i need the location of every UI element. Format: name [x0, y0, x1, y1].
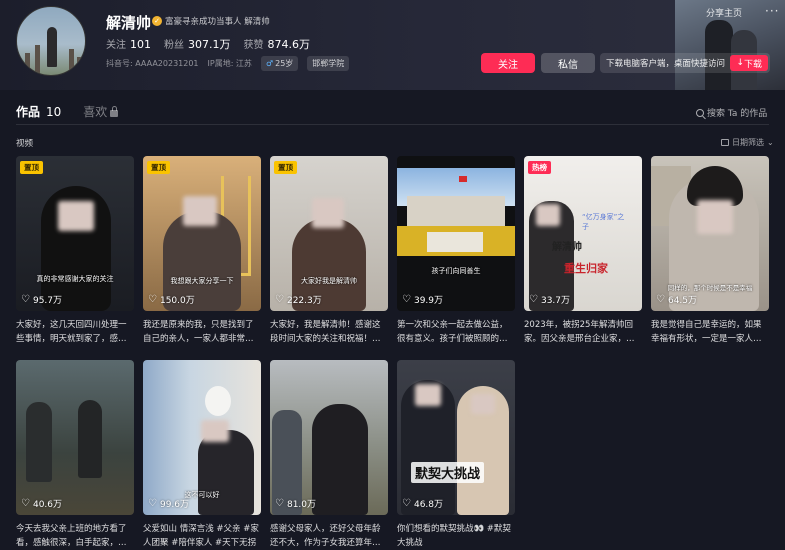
video-description[interactable]: 2023年，被拐25年解清帅回家。因父亲是邢台企业家，… — [524, 318, 642, 346]
following-stat[interactable]: 关注 101 — [106, 36, 151, 52]
section-label: 视频 — [16, 139, 34, 149]
heart-icon: ♡ — [656, 294, 665, 305]
heart-icon: ♡ — [148, 294, 157, 305]
following-label: 关注 — [106, 40, 126, 51]
follow-button[interactable]: 关注 — [481, 53, 535, 73]
heart-icon: ♡ — [402, 294, 411, 305]
pinned-badge: 置顶 — [274, 161, 297, 174]
video-thumbnail[interactable]: “亿万身家”之子 解清帅 重生归家 热榜 ♡ 33.7万 — [524, 156, 642, 311]
video-description[interactable]: 父爱如山 情深言浅 #父亲 #家人团聚 #陪伴家人 #天下无拐 — [143, 522, 261, 550]
video-description[interactable]: 大家好，我是解清帅！感谢这段时间大家的关注和祝福！… — [270, 318, 388, 346]
calendar-icon — [721, 139, 729, 146]
share-home-button[interactable]: 分享主页 — [706, 6, 742, 19]
video-likes: ♡ 46.8万 — [402, 498, 444, 510]
search-icon — [696, 108, 704, 117]
video-description[interactable]: 你们想看的默契挑战👀 #默契大挑战 — [397, 522, 515, 550]
more-options-icon[interactable]: ··· — [765, 4, 779, 18]
video-thumbnail[interactable]: 我想跟大家分享一下 置顶 ♡ 150.0万 — [143, 156, 261, 311]
video-likes: ♡ 81.0万 — [275, 498, 317, 510]
video-likes: ♡ 95.7万 — [21, 294, 63, 306]
video-thumbnail[interactable]: ♡ 40.6万 — [16, 360, 134, 515]
following-count: 101 — [130, 38, 151, 51]
video-card[interactable]: 大家好我是解清帅 置顶 ♡ 222.3万 大家好，我是解清帅！感谢这段时间大家的关… — [270, 156, 388, 361]
verified-badge-icon: ✓ — [152, 16, 162, 26]
profile-tabs: 作品 10 喜欢 — [16, 103, 119, 120]
video-card[interactable]: 我想跟大家分享一下 置顶 ♡ 150.0万 我还是原来的我，只是找到了自己的亲人，… — [143, 156, 261, 361]
likes-label: 获赞 — [243, 40, 264, 51]
video-thumbnail[interactable]: 默契大挑战 ♡ 46.8万 — [397, 360, 515, 515]
video-thumbnail[interactable]: 孩子们向同善生 ♡ 39.9万 — [397, 156, 515, 311]
search-works-input[interactable]: 搜索 Ta 的作品 — [696, 106, 767, 119]
download-client-banner[interactable]: 下载电脑客户端，桌面快捷访问 ↓ 下载 — [600, 53, 770, 73]
download-client-text: 下载电脑客户端，桌面快捷访问 — [606, 59, 726, 69]
profile-name: 解清帅 — [106, 14, 152, 32]
video-likes: ♡ 150.0万 — [148, 294, 195, 306]
tabs-divider — [16, 124, 769, 125]
video-likes: ♡ 40.6万 — [21, 498, 63, 510]
video-likes: ♡ 39.9万 — [402, 294, 444, 306]
video-card[interactable]: 这不可以好 ♡ 99.6万 父爱如山 情深言浅 #父亲 #家人团聚 #陪伴家人 #… — [143, 360, 261, 550]
video-description[interactable]: 大家好，这几天回四川处理一些事情，明天就到家了，感… — [16, 318, 134, 346]
video-card[interactable]: 真的非常感谢大家的关注 置顶 ♡ 95.7万 大家好，这几天回四川处理一些事情，明… — [16, 156, 134, 361]
fans-count: 307.1万 — [188, 38, 231, 51]
video-card[interactable]: ♡ 40.6万 今天去我父亲上班的地方看了看，感触很深，白手起家，… — [16, 360, 134, 550]
video-card[interactable]: 孩子们向同善生 ♡ 39.9万 第一次和父亲一起去做公益，很有意义。孩子们被照顾的… — [397, 156, 515, 361]
heart-icon: ♡ — [402, 498, 411, 509]
tab-likes[interactable]: 喜欢 — [83, 103, 119, 120]
video-likes: ♡ 222.3万 — [275, 294, 322, 306]
video-likes: ♡ 64.5万 — [656, 294, 698, 306]
video-likes: ♡ 99.6万 — [148, 498, 190, 510]
pinned-badge: 置顶 — [20, 161, 43, 174]
video-card[interactable]: 默契大挑战 ♡ 46.8万 你们想看的默契挑战👀 #默契大挑战 — [397, 360, 515, 550]
douyin-id: 抖音号: AAAA20231201 — [106, 59, 199, 68]
verified-text: 富豪寻亲成功当事人 解清帅 — [165, 17, 270, 27]
heart-icon: ♡ — [21, 498, 30, 509]
verified-info: ✓ 富豪寻亲成功当事人 解清帅 — [152, 15, 270, 27]
date-filter-button[interactable]: 日期筛选 ⌄ — [721, 137, 774, 148]
video-thumbnail[interactable]: 真的非常感谢大家的关注 置顶 ♡ 95.7万 — [16, 156, 134, 311]
profile-meta: 抖音号: AAAA20231201 IP属地: 江苏 ♂ 25岁 邯郸学院 — [106, 56, 350, 71]
chevron-down-icon: ⌄ — [767, 138, 774, 147]
video-thumbnail[interactable]: 大家好我是解清帅 置顶 ♡ 222.3万 — [270, 156, 388, 311]
video-thumbnail[interactable]: 这不可以好 ♡ 99.6万 — [143, 360, 261, 515]
video-card[interactable]: “亿万身家”之子 解清帅 重生归家 热榜 ♡ 33.7万 2023年，被拐25年解… — [524, 156, 642, 361]
video-description[interactable]: 第一次和父亲一起去做公益，很有意义。孩子们被照顾的… — [397, 318, 515, 346]
profile-stats: 关注 101 粉丝 307.1万 获赞 874.6万 — [106, 36, 310, 52]
video-likes: ♡ 33.7万 — [529, 294, 571, 306]
avatar[interactable] — [16, 6, 86, 76]
school-tag: 邯郸学院 — [307, 56, 350, 71]
video-description[interactable]: 我是觉得自己是幸运的，如果幸福有形状，一定是一家人… — [651, 318, 769, 346]
heart-icon: ♡ — [21, 294, 30, 305]
likes-count: 874.6万 — [267, 38, 311, 51]
video-card[interactable]: ♡ 81.0万 感谢父母家人，还好父母年龄还不大，作为子女我还算年… — [270, 360, 388, 550]
male-icon: ♂ — [265, 59, 274, 68]
video-description[interactable]: 我还是原来的我，只是找到了自己的亲人，一家人都非常… — [143, 318, 261, 346]
video-description[interactable]: 今天去我父亲上班的地方看了看，感触很深，白手起家，… — [16, 522, 134, 550]
video-thumbnail[interactable]: 同样的，那个时候是不是幸福 ♡ 64.5万 — [651, 156, 769, 311]
heart-icon: ♡ — [275, 294, 284, 305]
video-card[interactable]: 同样的，那个时候是不是幸福 ♡ 64.5万 我是觉得自己是幸运的，如果幸福有形状，… — [651, 156, 769, 361]
fans-stat[interactable]: 粉丝 307.1万 — [164, 36, 231, 52]
fans-label: 粉丝 — [164, 40, 184, 51]
heart-icon: ♡ — [275, 498, 284, 509]
hot-badge: 热榜 — [528, 161, 551, 174]
message-button[interactable]: 私信 — [541, 53, 595, 73]
download-button[interactable]: ↓ 下载 — [730, 55, 768, 71]
video-thumbnail[interactable]: ♡ 81.0万 — [270, 360, 388, 515]
ip-location: IP属地: 江苏 — [207, 59, 252, 68]
heart-icon: ♡ — [529, 294, 538, 305]
pinned-badge: 置顶 — [147, 161, 170, 174]
heart-icon: ♡ — [148, 498, 157, 509]
likes-stat: 获赞 874.6万 — [244, 36, 311, 52]
lock-icon — [110, 105, 119, 117]
video-description[interactable]: 感谢父母家人，还好父母年龄还不大，作为子女我还算年… — [270, 522, 388, 550]
age-tag: ♂ 25岁 — [260, 56, 299, 71]
tab-works[interactable]: 作品 10 — [16, 103, 61, 120]
